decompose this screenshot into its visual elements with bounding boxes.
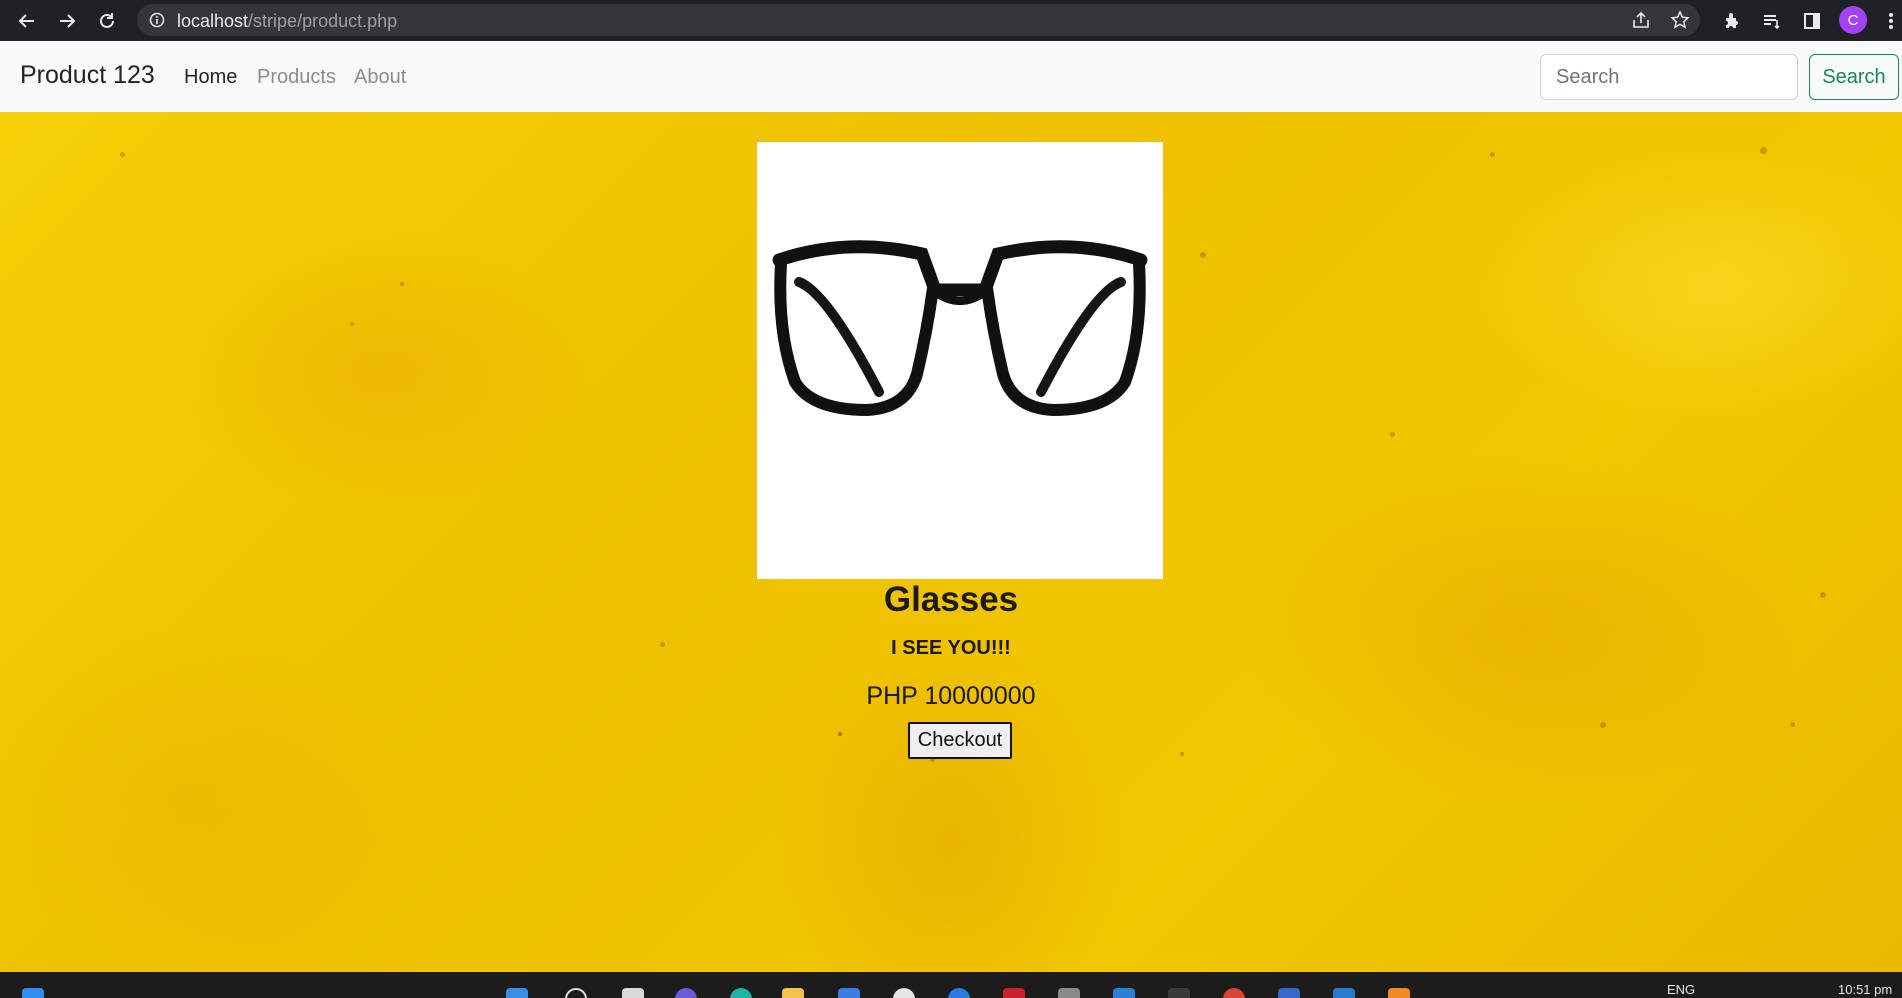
clock-time[interactable]: 10:51 pm [1838, 982, 1892, 997]
product-price: PHP 10000000 [866, 682, 1036, 710]
terminal-icon[interactable] [1168, 988, 1190, 998]
texture-speck [1790, 722, 1795, 727]
store-icon[interactable] [838, 988, 860, 998]
address-bar[interactable]: localhost/stripe/product.php [137, 4, 1700, 36]
texture-speck [1760, 147, 1767, 154]
app-icon[interactable] [893, 988, 915, 998]
app-icon[interactable] [1388, 988, 1410, 998]
texture-speck [120, 152, 125, 157]
url-text: localhost/stripe/product.php [177, 11, 397, 32]
product-image [757, 142, 1163, 579]
language-indicator[interactable]: ENG [1667, 982, 1695, 997]
forward-icon[interactable] [54, 8, 80, 34]
nav-link-about[interactable]: About [354, 66, 406, 89]
texture-speck [400, 282, 404, 286]
menu-kebab-icon[interactable] [1878, 8, 1902, 34]
texture-speck [1180, 752, 1184, 756]
nav-link-products[interactable]: Products [257, 66, 336, 89]
texture-speck [1490, 152, 1495, 157]
file-explorer-icon[interactable] [782, 988, 804, 998]
site-info-icon[interactable] [149, 12, 165, 33]
edge-browser-icon[interactable] [730, 988, 752, 998]
search-button[interactable]: Search [1809, 54, 1899, 100]
chrome-icon[interactable] [1223, 988, 1245, 998]
texture-speck [1390, 432, 1395, 437]
share-icon[interactable] [1631, 10, 1651, 35]
texture-speck [838, 732, 842, 736]
texture-speck [1200, 252, 1206, 258]
extensions-icon[interactable] [1719, 8, 1745, 34]
product-section: Glasses I SEE YOU!!! PHP 10000000 Checko… [0, 112, 1902, 972]
side-panel-icon[interactable] [1799, 8, 1825, 34]
reading-list-icon[interactable] [1759, 8, 1785, 34]
task-view-icon[interactable] [622, 988, 644, 998]
bookmark-star-icon[interactable] [1670, 10, 1690, 35]
app-icon[interactable] [1278, 988, 1300, 998]
url-host: localhost [177, 11, 249, 31]
nav-link-home[interactable]: Home [184, 66, 237, 89]
reload-icon[interactable] [94, 8, 120, 34]
browser-toolbar: localhost/stripe/product.php C [0, 0, 1902, 41]
site-navbar: Product 123 Home Products About Search [0, 41, 1902, 113]
search-icon[interactable] [565, 988, 587, 998]
brand-logo[interactable]: Product 123 [20, 61, 155, 90]
start-windows-icon[interactable] [22, 988, 44, 998]
url-path: /stripe/product.php [248, 11, 398, 31]
back-icon[interactable] [14, 8, 40, 34]
search-input[interactable] [1540, 54, 1798, 100]
product-tagline: I SEE YOU!!! [891, 637, 1011, 659]
glasses-icon [772, 240, 1148, 416]
app-icon[interactable] [948, 988, 970, 998]
vscode-icon[interactable] [1113, 988, 1135, 998]
mail-icon[interactable] [1003, 988, 1025, 998]
os-taskbar: ENG 10:51 pm [0, 972, 1902, 998]
texture-speck [350, 322, 354, 326]
app-icon[interactable] [1058, 988, 1080, 998]
chat-icon[interactable] [675, 988, 697, 998]
profile-avatar[interactable]: C [1839, 6, 1867, 34]
windows-widget-icon[interactable] [506, 988, 528, 998]
app-icon[interactable] [1333, 988, 1355, 998]
checkout-button[interactable]: Checkout [908, 722, 1012, 759]
texture-speck [1600, 722, 1606, 728]
product-name: Glasses [883, 580, 1019, 619]
